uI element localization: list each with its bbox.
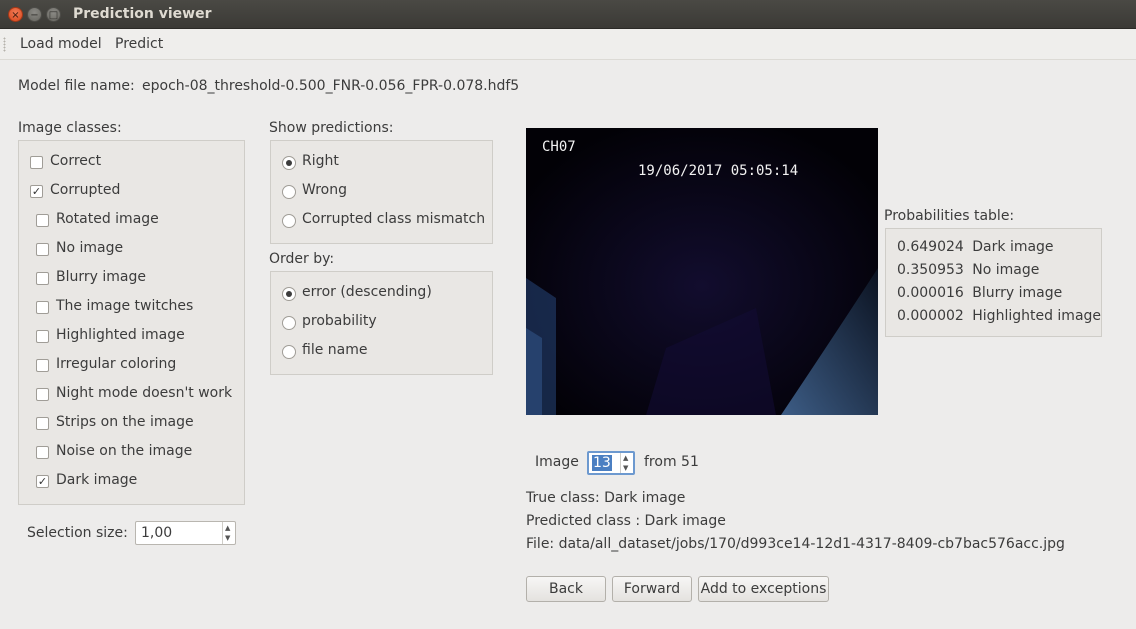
order-by-label: Order by: <box>269 251 335 267</box>
checkbox-highlighted-image[interactable] <box>36 330 49 343</box>
timestamp-overlay: 19/06/2017 05:05:14 <box>638 163 799 179</box>
probabilities-table: 0.649024 Dark image 0.350953 No image 0.… <box>885 228 1102 337</box>
maximize-icon[interactable]: □ <box>46 7 61 22</box>
forward-button[interactable]: Forward <box>612 576 692 602</box>
checkbox-rotated-image[interactable] <box>36 214 49 227</box>
spin-down-icon[interactable]: ▼ <box>623 464 628 472</box>
spin-up-icon[interactable]: ▲ <box>225 524 230 532</box>
checkbox-correct[interactable] <box>30 156 43 169</box>
image-classes-group: Correct ✓ Corrupted Rotated image No ima… <box>18 140 245 505</box>
channel-overlay: CH07 <box>542 139 576 155</box>
checkbox-noise[interactable] <box>36 446 49 459</box>
add-to-exceptions-button[interactable]: Add to exceptions <box>698 576 829 602</box>
image-total-label: from 51 <box>644 454 699 470</box>
radio-wrong-indicator[interactable] <box>282 185 296 199</box>
checkbox-strips[interactable] <box>36 417 49 430</box>
checkbox-irregular-coloring[interactable] <box>36 359 49 372</box>
radio-error-indicator[interactable] <box>282 287 296 301</box>
checkbox-dark-image[interactable]: ✓ <box>36 475 49 488</box>
image-index-spinbox[interactable]: 13 ▲ ▼ <box>587 451 635 475</box>
image-preview: CH07 19/06/2017 05:05:14 <box>526 128 878 415</box>
prob-row: 0.649024 Dark image <box>897 239 1054 255</box>
spin-up-icon[interactable]: ▲ <box>623 454 628 462</box>
toolbar-grip <box>3 37 6 52</box>
checkbox-blurry-image[interactable] <box>36 272 49 285</box>
close-icon[interactable]: × <box>8 7 23 22</box>
spin-down-icon[interactable]: ▼ <box>225 534 230 542</box>
image-classes-label: Image classes: <box>18 120 122 136</box>
menu-bar: Load model Predict <box>0 29 1136 60</box>
checkbox-corrupted[interactable]: ✓ <box>30 185 43 198</box>
selection-size-spinbox[interactable]: 1,00 ▲ ▼ <box>135 521 236 545</box>
order-by-group: error (descending) probability file name <box>270 271 493 375</box>
prob-row: 0.000016 Blurry image <box>897 285 1063 301</box>
title-bar: × − □ Prediction viewer <box>0 0 1136 29</box>
checkbox-night-mode[interactable] <box>36 388 49 401</box>
model-file-value: epoch-08_threshold-0.500_FNR-0.056_FPR-0… <box>142 78 520 94</box>
checkbox-image-twitches[interactable] <box>36 301 49 314</box>
checkbox-no-image[interactable] <box>36 243 49 256</box>
show-predictions-label: Show predictions: <box>269 120 394 136</box>
prob-row: 0.350953 No image <box>897 262 1040 278</box>
true-class-text: True class: Dark image <box>526 490 686 506</box>
image-index-value: 13 <box>592 455 612 471</box>
probabilities-label: Probabilities table: <box>884 208 1015 224</box>
model-file-label: Model file name: <box>18 78 135 94</box>
minimize-icon[interactable]: − <box>27 7 42 22</box>
image-index-arrows[interactable]: ▲ ▼ <box>620 453 633 473</box>
file-path-text: File: data/all_dataset/jobs/170/d993ce14… <box>526 536 1065 552</box>
radio-corrupted-mismatch-indicator[interactable] <box>282 214 296 228</box>
selection-size-arrows[interactable]: ▲ ▼ <box>222 522 235 544</box>
selection-size-label: Selection size: <box>27 525 128 541</box>
selection-size-value: 1,00 <box>141 525 173 541</box>
window-title: Prediction viewer <box>73 6 212 22</box>
menu-predict[interactable]: Predict <box>115 36 163 52</box>
show-predictions-group: Right Wrong Corrupted class mismatch <box>270 140 493 244</box>
radio-right-indicator[interactable] <box>282 156 296 170</box>
radio-probability-indicator[interactable] <box>282 316 296 330</box>
radio-file-name-indicator[interactable] <box>282 345 296 359</box>
image-nav-label: Image <box>535 454 579 470</box>
menu-load-model[interactable]: Load model <box>20 36 102 52</box>
back-button[interactable]: Back <box>526 576 606 602</box>
prob-row: 0.000002 Highlighted image <box>897 308 1102 324</box>
predicted-class-text: Predicted class : Dark image <box>526 513 726 529</box>
